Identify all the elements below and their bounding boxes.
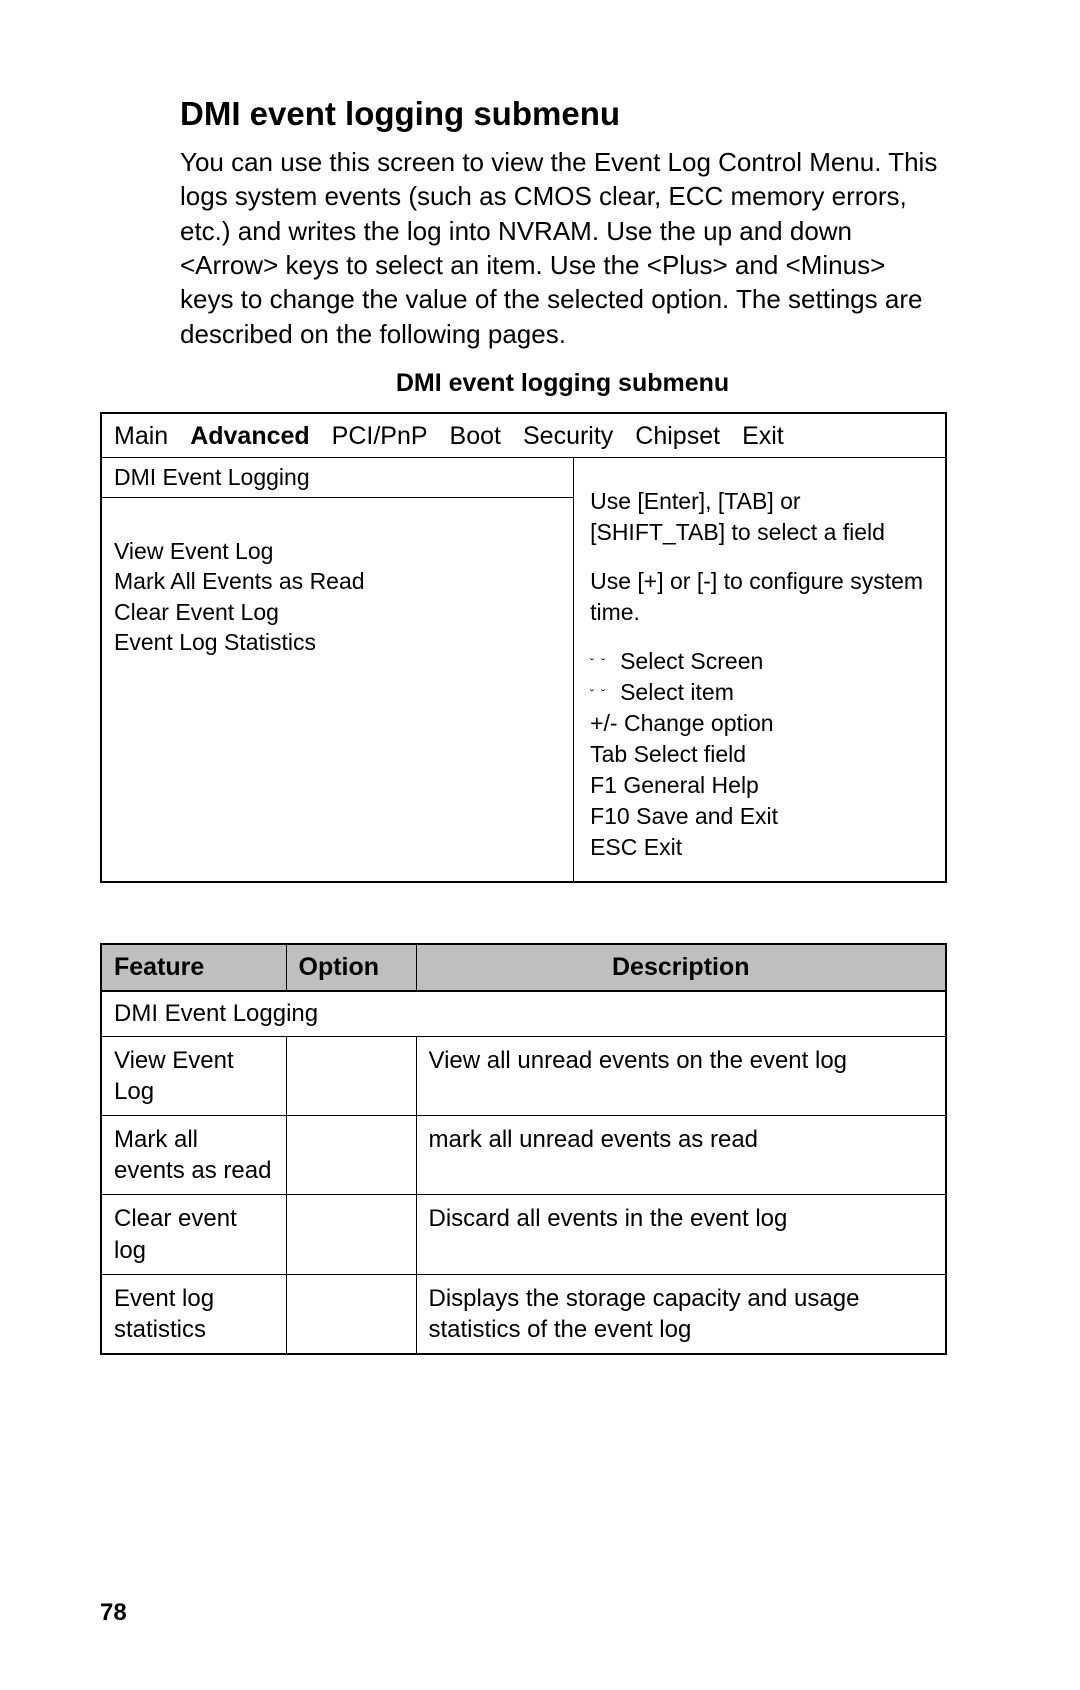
table-header-row: Feature Option Description	[101, 944, 946, 991]
hint-tab: Tab Select field	[590, 739, 931, 770]
cell-option	[286, 1274, 416, 1354]
bios-screen-box: Main Advanced PCI/PnP Boot Security Chip…	[100, 412, 947, 884]
table-subhead-row: DMI Event Logging	[101, 991, 946, 1036]
bios-help-text-2: Use [+] or [-] to configure system time.	[590, 566, 931, 628]
bios-item-event-log-stats[interactable]: Event Log Statistics	[114, 627, 561, 657]
bios-tab-main[interactable]: Main	[114, 422, 168, 451]
cell-option	[286, 1195, 416, 1274]
table-row: View Event Log View all unread events on…	[101, 1036, 946, 1115]
hint-arrow-ud-label: Select item	[620, 679, 734, 705]
bios-item-mark-all-read[interactable]: Mark All Events as Read	[114, 566, 561, 596]
arrow-lr-icon: ˘ ˘	[590, 655, 620, 671]
hint-f10: F10 Save and Exit	[590, 801, 931, 832]
bios-left-pane: DMI Event Logging View Event Log Mark Al…	[102, 458, 574, 882]
table-row: Event log statistics Displays the storag…	[101, 1274, 946, 1354]
bios-box-caption: DMI event logging submenu	[180, 369, 945, 398]
cell-feature: View Event Log	[101, 1036, 286, 1115]
bios-help-text-1: Use [Enter], [TAB] or [SHIFT_TAB] to sel…	[590, 486, 931, 548]
header-description: Description	[416, 944, 946, 991]
bios-tab-boot[interactable]: Boot	[450, 422, 501, 451]
header-feature: Feature	[101, 944, 286, 991]
cell-feature: Event log statistics	[101, 1274, 286, 1354]
hint-arrow-lr-label: Select Screen	[620, 648, 763, 674]
table-row: Clear event log Discard all events in th…	[101, 1195, 946, 1274]
cell-feature: Mark all events as read	[101, 1115, 286, 1194]
table-row: Mark all events as read mark all unread …	[101, 1115, 946, 1194]
hint-plusminus: +/- Change option	[590, 708, 931, 739]
page-number: 78	[100, 1599, 127, 1627]
bios-tab-bar: Main Advanced PCI/PnP Boot Security Chip…	[102, 414, 945, 458]
bios-item-list: View Event Log Mark All Events as Read C…	[102, 498, 573, 867]
bios-body: DMI Event Logging View Event Log Mark Al…	[102, 458, 945, 882]
cell-feature: Clear event log	[101, 1195, 286, 1274]
hint-arrow-ud: ˘ ˘Select item	[590, 677, 931, 708]
bios-tab-pcipnp[interactable]: PCI/PnP	[332, 422, 428, 451]
cell-description: Displays the storage capacity and usage …	[416, 1274, 946, 1354]
cell-description: View all unread events on the event log	[416, 1036, 946, 1115]
feature-table: Feature Option Description DMI Event Log…	[100, 943, 947, 1355]
bios-tab-exit[interactable]: Exit	[742, 422, 784, 451]
bios-section-header: DMI Event Logging	[102, 458, 573, 498]
bios-key-hints: ˘ ˘Select Screen ˘ ˘Select item +/- Chan…	[590, 646, 931, 863]
hint-esc: ESC Exit	[590, 832, 931, 863]
document-page: DMI event logging submenu You can use th…	[0, 0, 1080, 1690]
arrow-ud-icon: ˘ ˘	[590, 686, 620, 702]
bios-help-pane: Use [Enter], [TAB] or [SHIFT_TAB] to sel…	[574, 458, 945, 882]
bios-tab-advanced[interactable]: Advanced	[190, 422, 309, 451]
table-subhead: DMI Event Logging	[101, 991, 946, 1036]
cell-option	[286, 1036, 416, 1115]
cell-description: mark all unread events as read	[416, 1115, 946, 1194]
hint-f1: F1 General Help	[590, 770, 931, 801]
bios-tab-chipset[interactable]: Chipset	[635, 422, 720, 451]
bios-item-view-event-log[interactable]: View Event Log	[114, 536, 561, 566]
bios-item-clear-event-log[interactable]: Clear Event Log	[114, 597, 561, 627]
page-title: DMI event logging submenu	[180, 95, 945, 133]
hint-arrow-lr: ˘ ˘Select Screen	[590, 646, 931, 677]
intro-paragraph: You can use this screen to view the Even…	[180, 145, 945, 351]
cell-description: Discard all events in the event log	[416, 1195, 946, 1274]
cell-option	[286, 1115, 416, 1194]
header-option: Option	[286, 944, 416, 991]
bios-tab-security[interactable]: Security	[523, 422, 613, 451]
